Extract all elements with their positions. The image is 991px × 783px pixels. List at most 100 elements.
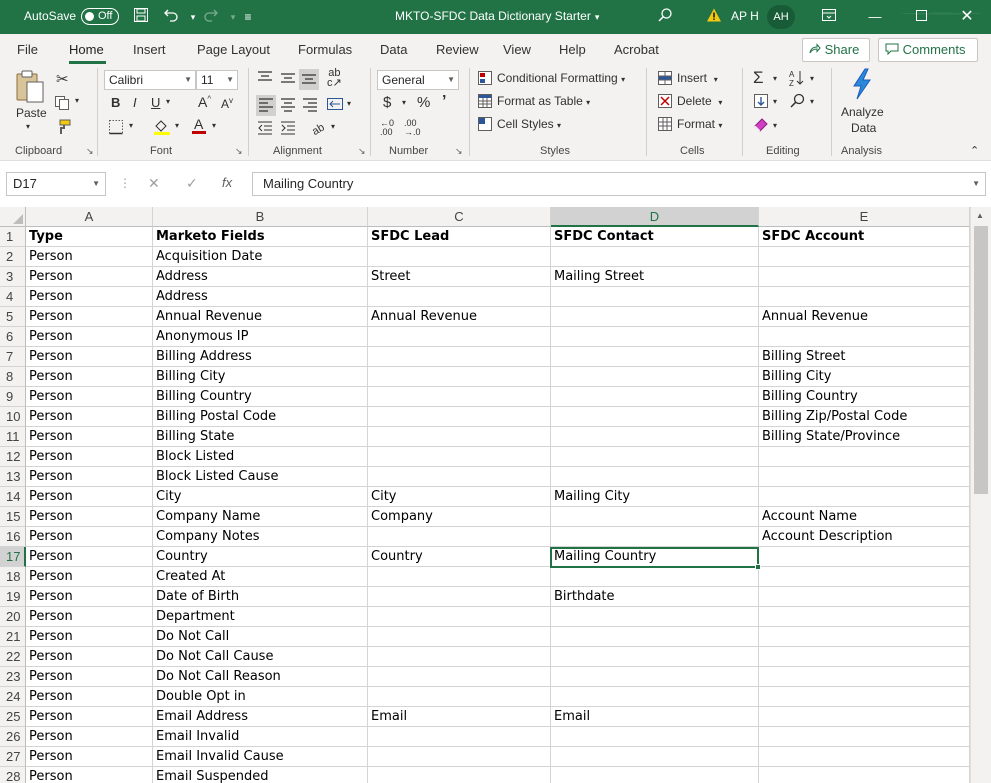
align-bottom-icon[interactable]	[299, 69, 319, 90]
cell-e10[interactable]: Billing Zip/Postal Code	[759, 407, 970, 427]
text-direction-icon[interactable]: ab	[310, 118, 328, 139]
cell-b27[interactable]: Email Invalid Cause	[153, 747, 368, 767]
delete-cells-icon[interactable]	[657, 93, 673, 112]
wrap-text-icon[interactable]	[326, 96, 344, 115]
cell-a9[interactable]: Person	[26, 387, 153, 407]
paste-label[interactable]: Paste	[16, 106, 47, 120]
cell-d20[interactable]	[551, 607, 759, 627]
cell-c25[interactable]: Email	[368, 707, 551, 727]
cell-a25[interactable]: Person	[26, 707, 153, 727]
cell-b2[interactable]: Acquisition Date	[153, 247, 368, 267]
cell-e19[interactable]	[759, 587, 970, 607]
cell-e18[interactable]	[759, 567, 970, 587]
delete-button[interactable]: Delete ▾	[677, 94, 722, 108]
cell-e1[interactable]: SFDC Account	[759, 227, 970, 247]
font-color-icon[interactable]: A	[190, 116, 208, 139]
worksheet-grid[interactable]: A B C D E 1 Type Marketo Fields SFDC Lead SF…	[0, 207, 970, 783]
row-header[interactable]: 26	[0, 727, 26, 747]
column-header-d[interactable]: D	[551, 207, 759, 227]
cell-a6[interactable]: Person	[26, 327, 153, 347]
cell-c21[interactable]	[368, 627, 551, 647]
cell-d27[interactable]	[551, 747, 759, 767]
fill-icon[interactable]	[753, 93, 769, 112]
column-header-b[interactable]: B	[153, 207, 368, 227]
save-icon[interactable]	[131, 7, 151, 27]
cell-c16[interactable]	[368, 527, 551, 547]
cell-e12[interactable]	[759, 447, 970, 467]
warning-icon[interactable]	[704, 7, 724, 27]
paste-dropdown-icon[interactable]: ▾	[26, 122, 30, 131]
row-header[interactable]: 18	[0, 567, 26, 587]
column-header-c[interactable]: C	[368, 207, 551, 227]
fill-handle[interactable]	[755, 564, 761, 570]
cell-c28[interactable]	[368, 767, 551, 783]
cell-e7[interactable]: Billing Street	[759, 347, 970, 367]
maximize-icon[interactable]	[898, 0, 944, 34]
cell-a18[interactable]: Person	[26, 567, 153, 587]
cell-d6[interactable]	[551, 327, 759, 347]
format-painter-icon[interactable]	[55, 119, 71, 138]
cell-d10[interactable]	[551, 407, 759, 427]
share-button[interactable]: Share	[802, 38, 870, 62]
undo-icon[interactable]	[161, 7, 181, 27]
italic-icon[interactable]: I	[133, 95, 137, 110]
font-size-combo[interactable]: 11 ▼	[196, 70, 238, 90]
cell-styles-button[interactable]: Cell Styles ▾	[497, 117, 561, 131]
cell-a27[interactable]: Person	[26, 747, 153, 767]
cell-d19[interactable]: Birthdate	[551, 587, 759, 607]
borders-dropdown-icon[interactable]: ▾	[129, 121, 133, 130]
align-center-icon[interactable]	[279, 96, 297, 115]
row-header[interactable]: 17	[0, 547, 26, 567]
cell-a20[interactable]: Person	[26, 607, 153, 627]
cell-b25[interactable]: Email Address	[153, 707, 368, 727]
cell-a8[interactable]: Person	[26, 367, 153, 387]
insert-cells-icon[interactable]	[657, 70, 673, 89]
cell-c13[interactable]	[368, 467, 551, 487]
fill-color-icon[interactable]	[153, 118, 171, 139]
cell-d25[interactable]: Email	[551, 707, 759, 727]
avatar[interactable]: AH	[767, 5, 795, 29]
orientation-icon[interactable]: ab c↗	[327, 68, 342, 89]
cell-e6[interactable]	[759, 327, 970, 347]
cell-b3[interactable]: Address	[153, 267, 368, 287]
cell-a7[interactable]: Person	[26, 347, 153, 367]
cell-c14[interactable]: City	[368, 487, 551, 507]
cut-icon[interactable]: ✂	[56, 70, 69, 88]
cell-c1[interactable]: SFDC Lead	[368, 227, 551, 247]
fill-color-dropdown-icon[interactable]: ▾	[175, 121, 179, 130]
cell-a14[interactable]: Person	[26, 487, 153, 507]
cell-c15[interactable]: Company	[368, 507, 551, 527]
decrease-font-icon[interactable]: Av	[221, 96, 233, 111]
row-header[interactable]: 11	[0, 427, 26, 447]
cell-c9[interactable]	[368, 387, 551, 407]
row-header[interactable]: 22	[0, 647, 26, 667]
paste-icon[interactable]	[14, 70, 46, 107]
cell-d3[interactable]: Mailing Street	[551, 267, 759, 287]
row-header[interactable]: 20	[0, 607, 26, 627]
row-header[interactable]: 19	[0, 587, 26, 607]
cell-a5[interactable]: Person	[26, 307, 153, 327]
cell-d7[interactable]	[551, 347, 759, 367]
cell-e20[interactable]	[759, 607, 970, 627]
cell-d14[interactable]: Mailing City	[551, 487, 759, 507]
decrease-indent-icon[interactable]	[256, 120, 274, 139]
row-header[interactable]: 12	[0, 447, 26, 467]
column-header-e[interactable]: E	[759, 207, 970, 227]
row-header[interactable]: 1	[0, 227, 26, 247]
increase-indent-icon[interactable]	[279, 120, 297, 139]
vertical-scrollbar[interactable]: ▲	[970, 207, 991, 783]
cell-b14[interactable]: City	[153, 487, 368, 507]
cell-e14[interactable]	[759, 487, 970, 507]
cell-b13[interactable]: Block Listed Cause	[153, 467, 368, 487]
cell-c18[interactable]	[368, 567, 551, 587]
cell-e13[interactable]	[759, 467, 970, 487]
row-header[interactable]: 16	[0, 527, 26, 547]
cell-b16[interactable]: Company Notes	[153, 527, 368, 547]
cell-e26[interactable]	[759, 727, 970, 747]
cell-b24[interactable]: Double Opt in	[153, 687, 368, 707]
cell-d5[interactable]	[551, 307, 759, 327]
cell-c11[interactable]	[368, 427, 551, 447]
select-all-button[interactable]	[0, 207, 26, 227]
cell-a11[interactable]: Person	[26, 427, 153, 447]
currency-dropdown-icon[interactable]: ▾	[402, 98, 406, 107]
